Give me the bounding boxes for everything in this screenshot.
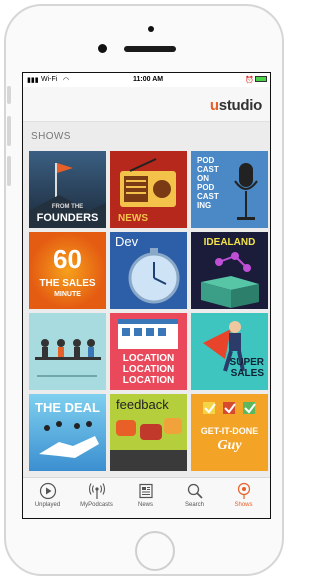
show-tile-customer-service[interactable] [29, 313, 106, 390]
show-tile-dev[interactable]: Dev [110, 232, 187, 309]
app-screen: ▮▮▮ Wi-Fi ◠ 11:00 AM ⏰ ustudio SHOWS FRO… [22, 72, 271, 519]
play-circle-icon [39, 482, 56, 500]
carrier-label: Wi-Fi [41, 76, 58, 83]
show-tile-get-it-done-guy[interactable]: GET-IT-DONE Guy [191, 394, 268, 471]
proximity-sensor [148, 26, 154, 32]
shows-badge-icon [237, 482, 250, 499]
meeting-people-icon [35, 339, 101, 377]
alarm-icon: ⏰ [245, 77, 254, 84]
mute-switch [7, 86, 11, 104]
show-tile-idealand[interactable]: IDEALAND [191, 232, 268, 309]
front-camera [98, 44, 107, 53]
ustudio-logo[interactable]: ustudio [210, 97, 262, 114]
tab-news[interactable]: News [121, 482, 170, 508]
app-header: ustudio [23, 87, 270, 122]
tab-bar: Unplayed MyPodcasts News Search Shows [23, 477, 270, 518]
signal-icon: ▮▮▮ [27, 77, 39, 84]
home-button[interactable] [135, 531, 175, 571]
show-tile-the-deal[interactable]: THE DEAL [29, 394, 106, 471]
newspaper-icon [138, 483, 153, 499]
status-bar: ▮▮▮ Wi-Fi ◠ 11:00 AM ⏰ [23, 73, 270, 87]
tab-search[interactable]: Search [170, 482, 219, 508]
tab-unplayed[interactable]: Unplayed [23, 482, 72, 508]
show-tile-podcasting[interactable]: POD CAST ON POD CAST ING [191, 151, 268, 228]
show-tile-location[interactable]: LOCATION LOCATION LOCATION [110, 313, 187, 390]
show-tile-news[interactable]: NEWS [110, 151, 187, 228]
broadcast-icon [88, 483, 105, 499]
show-tile-from-the-founders[interactable]: FROM THE FOUNDERS [29, 151, 106, 228]
wifi-icon: ◠ [63, 77, 70, 84]
earpiece-speaker [124, 46, 176, 52]
section-title: SHOWS [31, 131, 71, 142]
clock: 11:00 AM [133, 76, 164, 83]
tab-mypodcasts[interactable]: MyPodcasts [72, 482, 121, 508]
volume-up-button [7, 116, 11, 146]
search-icon [187, 483, 203, 499]
show-tile-feedback[interactable]: feedback [110, 394, 187, 471]
battery-icon [255, 76, 267, 82]
show-tile-super-sales[interactable]: SUPER SALES [191, 313, 268, 390]
tab-shows[interactable]: Shows [219, 482, 268, 508]
volume-down-button [7, 156, 11, 186]
show-tile-the-sales-minute[interactable]: 60 THE SALES MINUTE [29, 232, 106, 309]
